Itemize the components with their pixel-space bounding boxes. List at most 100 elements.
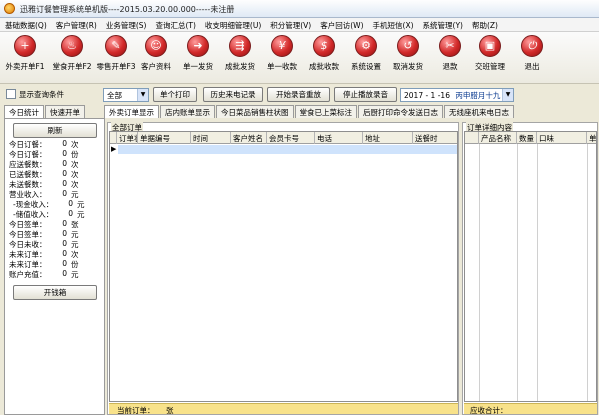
col-customer-name[interactable]: 客户姓名 [231,132,267,144]
dine-in-icon: ♨ [61,35,83,57]
details-grid[interactable]: 产品名称 数量 口味 单 [464,131,597,402]
col-order-status[interactable]: 订单状态 [117,132,138,144]
stat-row: -储值收入： 0 元 [13,209,85,219]
settings-icon: ⚙ [355,35,377,57]
batch-ship-icon: ⇶ [229,35,251,57]
cancel-ship-icon: ↺ [397,35,419,57]
stat-row: 今日订餐： 0 次 [9,139,79,149]
stat-row: 应送餐数： 0 次 [9,159,79,169]
stat-row: 今日未收： 0 元 [9,239,79,249]
col-member-card[interactable]: 会员卡号 [267,132,315,144]
retail-order-button[interactable]: ✎ 零售开单F3 [96,35,136,81]
menu-customer-management[interactable]: 客户管理(R) [51,18,101,31]
column-divider [537,144,538,401]
tab-takeout-orders[interactable]: 外卖订单显示 [104,105,159,118]
dine-in-order-button[interactable]: ♨ 堂食开单F2 [52,35,92,81]
menu-basic-data[interactable]: 基础数据(Q) [0,18,51,31]
menu-points-management[interactable]: 积分管理(V) [265,18,315,31]
details-grid-header: 产品名称 数量 口味 单 [465,132,596,144]
menu-system-management[interactable]: 系统管理(Y) [418,18,467,31]
col-doc-number[interactable]: 单据编号 [138,132,191,144]
orders-grid[interactable]: 订单状态 单据编号 时间 客户姓名 会员卡号 电话 地址 送餐时 ▶ [109,131,458,402]
row-indicator-header [110,132,117,144]
refresh-button[interactable]: 刷新 [13,123,97,138]
stat-row: 已送餐数： 0 次 [9,169,79,179]
exit-icon: ⏻ [521,35,543,57]
total-receivable-label: 应收合计： [470,406,508,415]
customer-info-button[interactable]: ☺ 客户资料 [136,35,176,81]
open-cash-box-button[interactable]: 开钱箱 [13,285,97,300]
single-receive-button[interactable]: ¥ 单一收款 [262,35,302,81]
single-print-button[interactable]: 单个打印 [153,87,197,102]
main-tab-strip: 外卖订单显示 店内账单显示 今日菜品销售柱状图 堂食已上菜标注 后厨打印命令发送… [104,105,515,118]
menu-income-expense[interactable]: 收支明细管理(U) [200,18,265,31]
tab-wireless-call-log[interactable]: 无线座机来电日志 [444,105,514,118]
exit-button[interactable]: ⏻ 退出 [512,35,552,81]
order-details-group: 订单详细内容 产品名称 数量 口味 单 应收合计： [462,122,598,415]
stop-record-button[interactable]: 停止播放录音 [334,87,397,102]
current-row-arrow-icon: ▶ [111,145,117,153]
stat-row: 未来订单： 0 份 [9,259,79,269]
stat-row: -现金收入： 0 元 [13,199,85,209]
tab-today-stats[interactable]: 今日统计 [4,105,44,118]
col-flavor[interactable]: 口味 [537,132,587,144]
stat-row: 营业收入： 0 元 [9,189,79,199]
retail-icon: ✎ [105,35,127,57]
stat-row: 未来订单： 0 次 [9,249,79,259]
single-ship-button[interactable]: ➜ 单一发货 [178,35,218,81]
stat-row: 未送餐数： 0 次 [9,179,79,189]
details-footer: 应收合计： [464,403,597,415]
col-address[interactable]: 地址 [363,132,413,144]
orders-footer: 当前订单： 张 [109,403,458,415]
toolbar: + 外卖开单F1 ♨ 堂食开单F2 ✎ 零售开单F3 ☺ 客户资料 ➜ 单一发货 ⇶ 成批发… [0,32,599,84]
batch-receive-icon: $ [313,35,335,57]
menu-bar: 基础数据(Q) 客户管理(R) 业务管理(S) 查询汇总(T) 收支明细管理(U… [0,18,599,32]
show-query-checkbox[interactable] [6,89,16,99]
col-unit-price[interactable]: 单 [587,132,596,144]
chevron-down-icon: ▼ [137,89,148,101]
lunar-date: 丙申腊月十九 [455,91,501,100]
refund-button[interactable]: ✂ 退款 [430,35,470,81]
column-divider [479,144,480,401]
column-divider [517,144,518,401]
col-phone[interactable]: 电话 [315,132,363,144]
col-quantity[interactable]: 数量 [517,132,537,144]
date-picker[interactable]: 2017 - 1 -16 丙申腊月十九 ▼ [400,88,514,102]
batch-ship-button[interactable]: ⇶ 成批发货 [220,35,260,81]
start-record-button[interactable]: 开始录音重放 [267,87,330,102]
current-orders-unit: 张 [166,406,174,415]
tab-quick-order[interactable]: 快速开单 [45,105,85,118]
filter-bar: 显示查询条件 全部 ▼ 单个打印 历史来电记录 开始录音重放 停止播放录音 20… [0,85,599,105]
shift-management-button[interactable]: ▣ 交班管理 [470,35,510,81]
menu-query-summary[interactable]: 查询汇总(T) [150,18,199,31]
tab-dish-sales-chart[interactable]: 今日菜品销售柱状图 [216,105,294,118]
menu-help[interactable]: 帮助(Z) [467,18,502,31]
cancel-ship-button[interactable]: ↺ 取消发货 [388,35,428,81]
date-value: 2017 - 1 -16 [404,91,450,100]
col-delivery-time[interactable]: 送餐时 [413,132,457,144]
stat-row: 今日订餐： 0 份 [9,149,79,159]
stat-row: 账户充值： 0 元 [9,269,79,279]
col-time[interactable]: 时间 [191,132,231,144]
tab-dine-in-served[interactable]: 堂食已上菜标注 [294,105,357,118]
stat-row: 今日签单： 0 张 [9,219,79,229]
tab-kitchen-print-log[interactable]: 后厨打印命令发送日志 [358,105,443,118]
title-bar: 迅雅订餐管理系统单机版----2015.03.20.00.000-----未注册 [0,0,599,18]
today-stats-panel: 刷新 今日订餐： 0 次 今日订餐： 0 份 应送餐数： 0 次 已送餐数： 0 次 未送餐数：… [4,118,105,415]
col-product-name[interactable]: 产品名称 [479,132,517,144]
status-dropdown[interactable]: 全部 ▼ [103,88,149,102]
menu-customer-visit[interactable]: 客户回访(W) [315,18,367,31]
window-title: 迅雅订餐管理系统单机版----2015.03.20.00.000-----未注册 [20,5,235,14]
menu-business-management[interactable]: 业务管理(S) [101,18,151,31]
system-settings-button[interactable]: ⚙ 系统设置 [346,35,386,81]
orders-group: 全部订单 订单状态 单据编号 时间 客户姓名 会员卡号 电话 地址 送餐时 ▶ … [107,122,459,415]
menu-sms[interactable]: 手机短信(X) [368,18,418,31]
tab-store-bills[interactable]: 店内账单显示 [160,105,215,118]
batch-receive-button[interactable]: $ 成批收款 [304,35,344,81]
takeout-order-button[interactable]: + 外卖开单F1 [5,35,45,81]
table-row[interactable] [118,145,457,154]
chevron-down-icon: ▼ [502,89,513,101]
orders-grid-header: 订单状态 单据编号 时间 客户姓名 会员卡号 电话 地址 送餐时 [110,132,457,144]
current-orders-label: 当前订单： [117,406,155,415]
history-call-button[interactable]: 历史来电记录 [203,87,263,102]
